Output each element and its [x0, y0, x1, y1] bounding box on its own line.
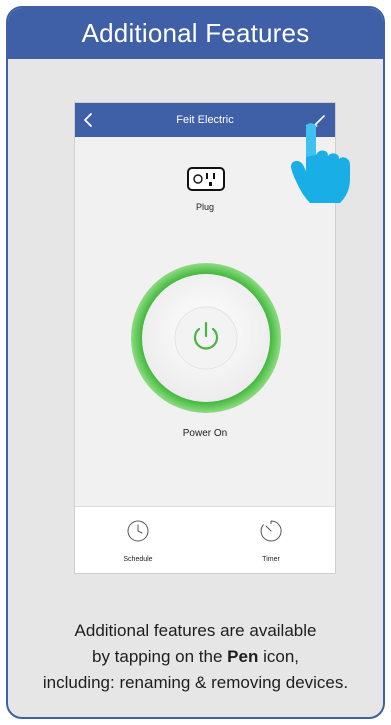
caption-line-2-prefix: by tapping on the — [92, 647, 228, 666]
schedule-label: Schedule — [123, 556, 153, 563]
feature-card: Additional Features Feit Electric Plug P… — [6, 6, 385, 719]
power-toggle-button[interactable] — [130, 262, 282, 414]
nav-title: Feit Electric — [176, 114, 234, 126]
back-chevron-icon[interactable] — [81, 112, 97, 128]
caption-line-2-suffix: icon, — [258, 647, 299, 666]
caption-line-3: including: renaming & removing devices. — [42, 673, 349, 692]
caption-text: Additional features are available by tap… — [8, 618, 383, 696]
clock-icon — [127, 520, 149, 542]
timer-label: Timer — [262, 556, 280, 563]
power-status-label: Power On — [182, 428, 228, 439]
timer-tab[interactable]: Timer — [226, 507, 316, 573]
caption-line-2: by tapping on the Pen icon, — [8, 644, 383, 670]
schedule-tab[interactable]: Schedule — [93, 507, 183, 573]
plug-icon — [187, 167, 225, 191]
timer-icon — [260, 520, 282, 542]
pointing-hand-icon — [291, 123, 350, 203]
bottom-tab-bar: Schedule Timer — [75, 506, 335, 573]
pen-word: Pen — [227, 647, 259, 666]
card-title: Additional Features — [8, 8, 383, 59]
caption-line-1: Additional features are available — [74, 621, 317, 640]
